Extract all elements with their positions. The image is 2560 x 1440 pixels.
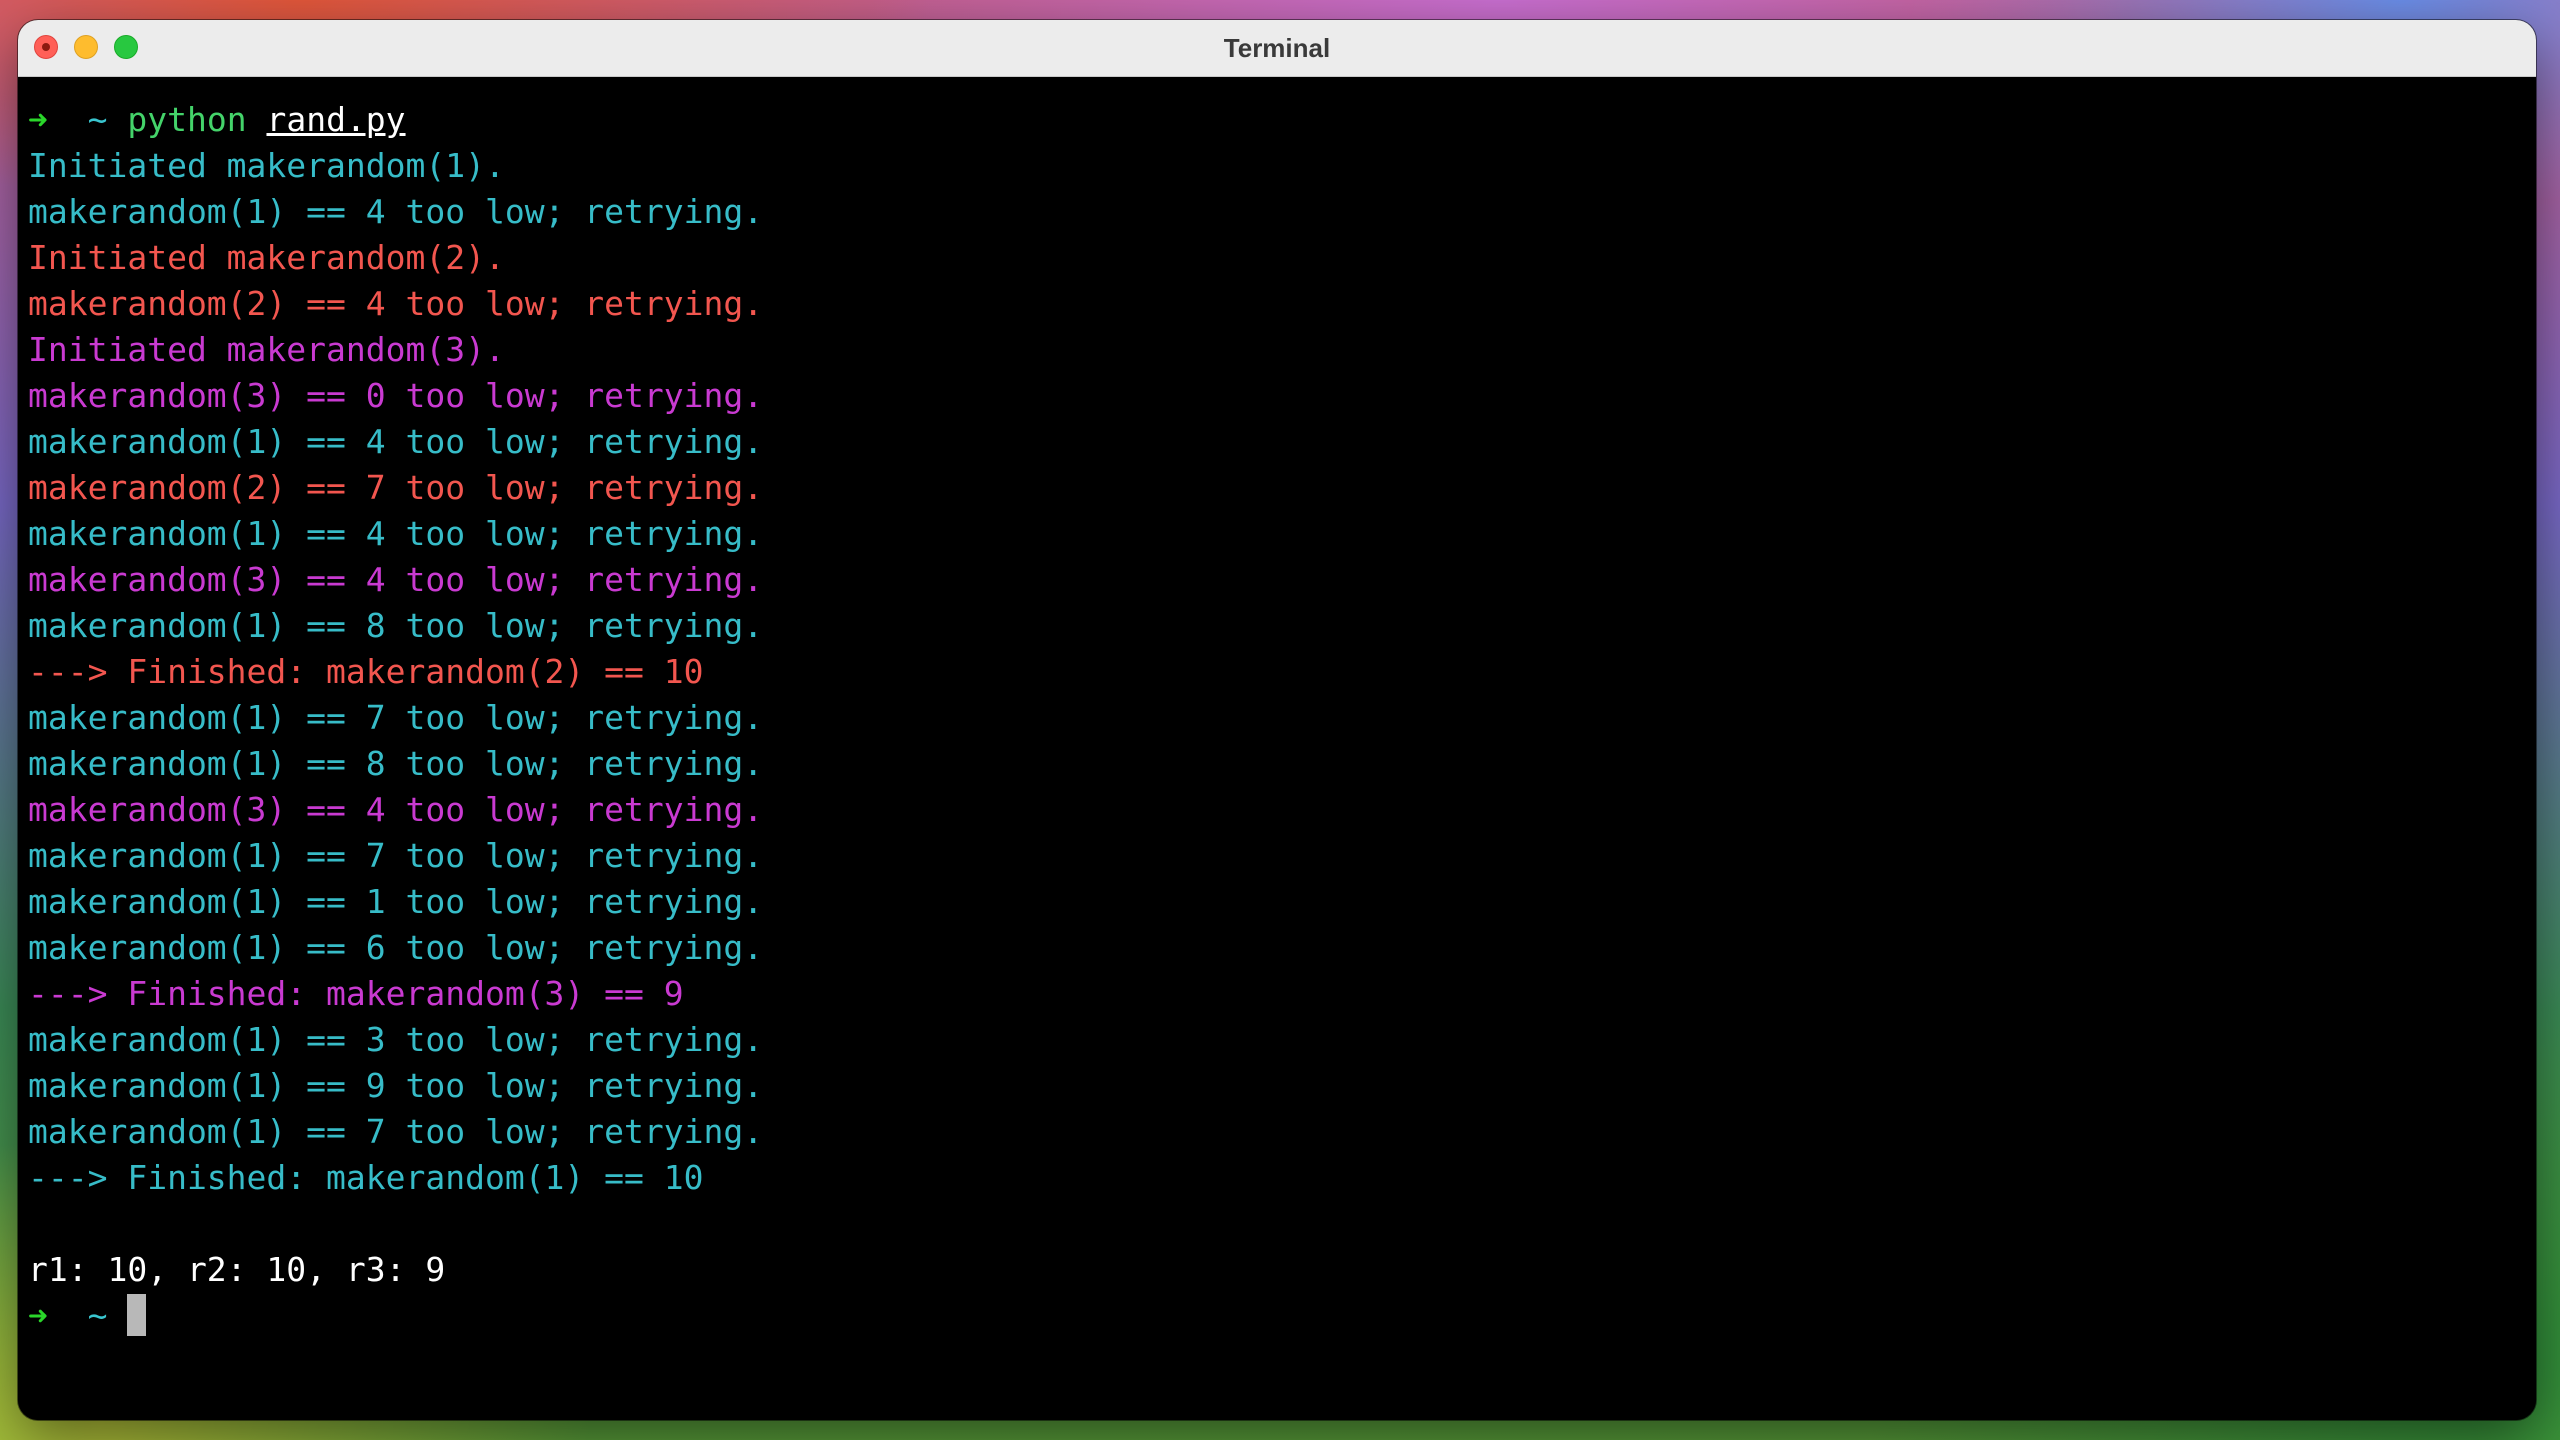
output-line: makerandom(1) == 8 too low; retrying. [28, 606, 764, 645]
output-line: makerandom(1) == 7 too low; retrying. [28, 1112, 764, 1151]
output-line: makerandom(1) == 8 too low; retrying. [28, 744, 764, 783]
output-lines: Initiated makerandom(1). makerandom(1) ==… [28, 143, 2536, 1293]
output-line: Initiated makerandom(2). [28, 238, 505, 277]
output-line: makerandom(1) == 4 too low; retrying. [28, 422, 764, 461]
prompt-directory: ~ [87, 1296, 108, 1335]
terminal-output[interactable]: ➜ ~ python rand.py Initiated makerandom(… [18, 77, 2536, 1420]
output-line: makerandom(1) == 4 too low; retrying. [28, 514, 764, 553]
output-line: makerandom(1) == 7 too low; retrying. [28, 698, 764, 737]
output-line: Initiated makerandom(1). [28, 146, 505, 185]
output-line: makerandom(3) == 4 too low; retrying. [28, 790, 764, 829]
window-title: Terminal [1223, 33, 1331, 63]
output-line: makerandom(1) == 1 too low; retrying. [28, 882, 764, 921]
output-line: makerandom(3) == 0 too low; retrying. [28, 376, 764, 415]
output-line: makerandom(2) == 4 too low; retrying. [28, 284, 764, 323]
output-line: makerandom(1) == 9 too low; retrying. [28, 1066, 764, 1105]
text-cursor [127, 1294, 147, 1336]
terminal-window: Terminal ➜ ~ python rand.py Initiated ma… [18, 20, 2536, 1420]
current-prompt-line[interactable]: ➜ ~ [28, 1293, 2536, 1339]
title-bar: Terminal [18, 20, 2536, 77]
output-line: ---> Finished: makerandom(1) == 10 [28, 1158, 704, 1197]
output-line: ---> Finished: makerandom(2) == 10 [28, 652, 704, 691]
output-line: makerandom(3) == 4 too low; retrying. [28, 560, 764, 599]
output-line: makerandom(1) == 3 too low; retrying. [28, 1020, 764, 1059]
prompt-directory: ~ [87, 100, 108, 139]
command-name: python [127, 100, 247, 139]
output-line: Initiated makerandom(3). [28, 330, 505, 369]
output-line: makerandom(2) == 7 too low; retrying. [28, 468, 764, 507]
prompt-arrow-icon: ➜ [28, 1296, 48, 1335]
output-line: makerandom(1) == 4 too low; retrying. [28, 192, 764, 231]
command-prompt-line: ➜ ~ python rand.py [28, 97, 2536, 143]
output-line: makerandom(1) == 7 too low; retrying. [28, 836, 764, 875]
output-line: r1: 10, r2: 10, r3: 9 [28, 1250, 446, 1289]
output-line: makerandom(1) == 6 too low; retrying. [28, 928, 764, 967]
command-argument: rand.py [266, 100, 406, 139]
output-line: ---> Finished: makerandom(3) == 9 [28, 974, 684, 1013]
prompt-arrow-icon: ➜ [28, 100, 48, 139]
